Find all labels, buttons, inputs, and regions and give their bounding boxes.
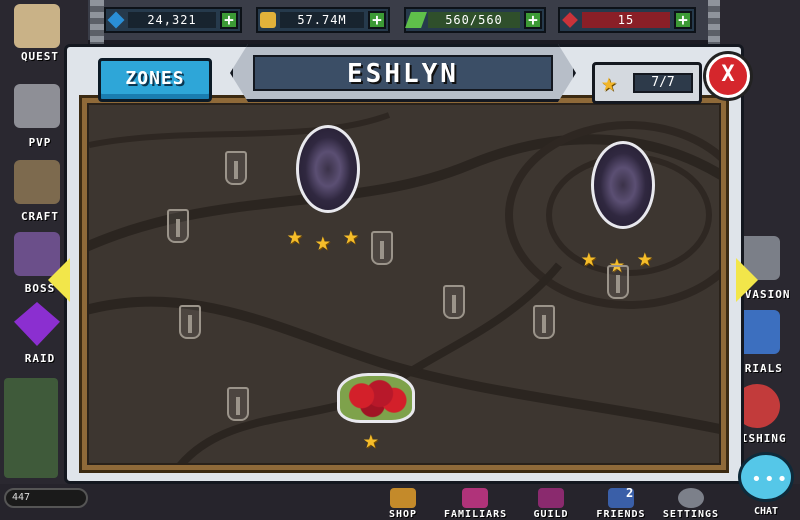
gem-icon bbox=[107, 11, 125, 29]
zone-stars-counter: ★ 7/7 bbox=[592, 62, 702, 104]
bottom-button-friends[interactable]: 2 FRIENDS bbox=[590, 486, 652, 520]
zone-title: ESHLYN bbox=[253, 55, 553, 91]
chat-button[interactable]: ••• bbox=[738, 452, 794, 502]
crossed-swords-icon bbox=[14, 84, 60, 128]
shop-icon bbox=[390, 488, 416, 508]
waypoint-marker[interactable] bbox=[167, 209, 189, 243]
star-icon: ★ bbox=[363, 425, 379, 455]
gear-icon bbox=[678, 488, 704, 508]
star-icon: ★ bbox=[315, 227, 331, 257]
add-tickets-button[interactable]: + bbox=[674, 11, 692, 29]
scroll-icon bbox=[14, 4, 60, 48]
star-icon: ★ bbox=[601, 68, 617, 98]
bottom-label: FRIENDS bbox=[596, 509, 646, 520]
star-icon: ★ bbox=[637, 243, 653, 273]
add-gems-button[interactable]: + bbox=[220, 11, 238, 29]
bottom-label: GUILD bbox=[533, 509, 569, 520]
friends-badge: 2 bbox=[626, 486, 634, 500]
chat-bubble-icon: ••• bbox=[751, 469, 790, 490]
zone-portal-2[interactable] bbox=[591, 141, 655, 229]
ticket-icon bbox=[562, 12, 578, 28]
portal-1-stars: ★ ★ ★ bbox=[287, 221, 377, 257]
waypoint-marker[interactable] bbox=[607, 265, 629, 299]
zones-button[interactable]: ZONES bbox=[98, 58, 212, 102]
zone-boss-node[interactable] bbox=[337, 373, 415, 423]
waypoint-marker[interactable] bbox=[225, 151, 247, 185]
waypoint-marker[interactable] bbox=[443, 285, 465, 319]
zone-title-plate: ESHLYN bbox=[230, 44, 576, 102]
player-avatar[interactable] bbox=[4, 378, 58, 478]
map-frame: ★ ★ ★ ★ ★ ★ ★ bbox=[79, 95, 729, 473]
gems-counter: 24,321 + bbox=[104, 7, 242, 33]
zone-map-window: ★ ★ ★ ★ ★ ★ ★ bbox=[64, 44, 744, 484]
zone-portal-1[interactable] bbox=[296, 125, 360, 213]
energy-icon bbox=[405, 12, 427, 28]
player-level: 447 bbox=[4, 488, 88, 508]
close-button[interactable]: X bbox=[706, 54, 750, 98]
energy-counter: 560/560 + bbox=[404, 7, 546, 33]
star-icon: ★ bbox=[581, 243, 597, 273]
zone-map: ★ ★ ★ ★ ★ ★ ★ bbox=[87, 103, 721, 465]
crystal-icon bbox=[14, 302, 60, 346]
cauldron-icon bbox=[14, 160, 60, 204]
add-energy-button[interactable]: + bbox=[524, 11, 542, 29]
bottom-button-settings[interactable]: SETTINGS bbox=[660, 486, 722, 520]
pvp-tickets-value: 15 bbox=[582, 12, 670, 28]
bottom-label: SETTINGS bbox=[662, 509, 720, 520]
gems-value: 24,321 bbox=[128, 12, 216, 28]
zone-stars-value: 7/7 bbox=[633, 73, 693, 93]
bottom-label: FAMILIARS bbox=[444, 509, 508, 520]
star-icon: ★ bbox=[287, 221, 303, 251]
add-gold-button[interactable]: + bbox=[368, 11, 386, 29]
bottom-button-familiars[interactable]: FAMILIARS bbox=[444, 486, 506, 520]
previous-zone-arrow[interactable] bbox=[48, 258, 70, 302]
energy-value: 560/560 bbox=[428, 12, 520, 28]
gold-counter: 57.74M + bbox=[256, 7, 390, 33]
guild-icon bbox=[538, 488, 564, 508]
chat-label: CHAT bbox=[753, 506, 779, 517]
bottom-button-guild[interactable]: GUILD bbox=[520, 486, 582, 520]
bottom-button-shop[interactable]: SHOP bbox=[372, 486, 434, 520]
gold-value: 57.74M bbox=[280, 12, 364, 28]
star-icon: ★ bbox=[343, 221, 359, 251]
coin-icon bbox=[260, 12, 276, 28]
waypoint-marker[interactable] bbox=[533, 305, 555, 339]
bottom-label: SHOP bbox=[388, 509, 418, 520]
waypoint-marker[interactable] bbox=[179, 305, 201, 339]
waypoint-marker[interactable] bbox=[371, 231, 393, 265]
pvp-tickets-counter: 15 + bbox=[558, 7, 696, 33]
waypoint-marker[interactable] bbox=[227, 387, 249, 421]
familiars-icon bbox=[462, 488, 488, 508]
next-zone-arrow[interactable] bbox=[736, 258, 758, 302]
